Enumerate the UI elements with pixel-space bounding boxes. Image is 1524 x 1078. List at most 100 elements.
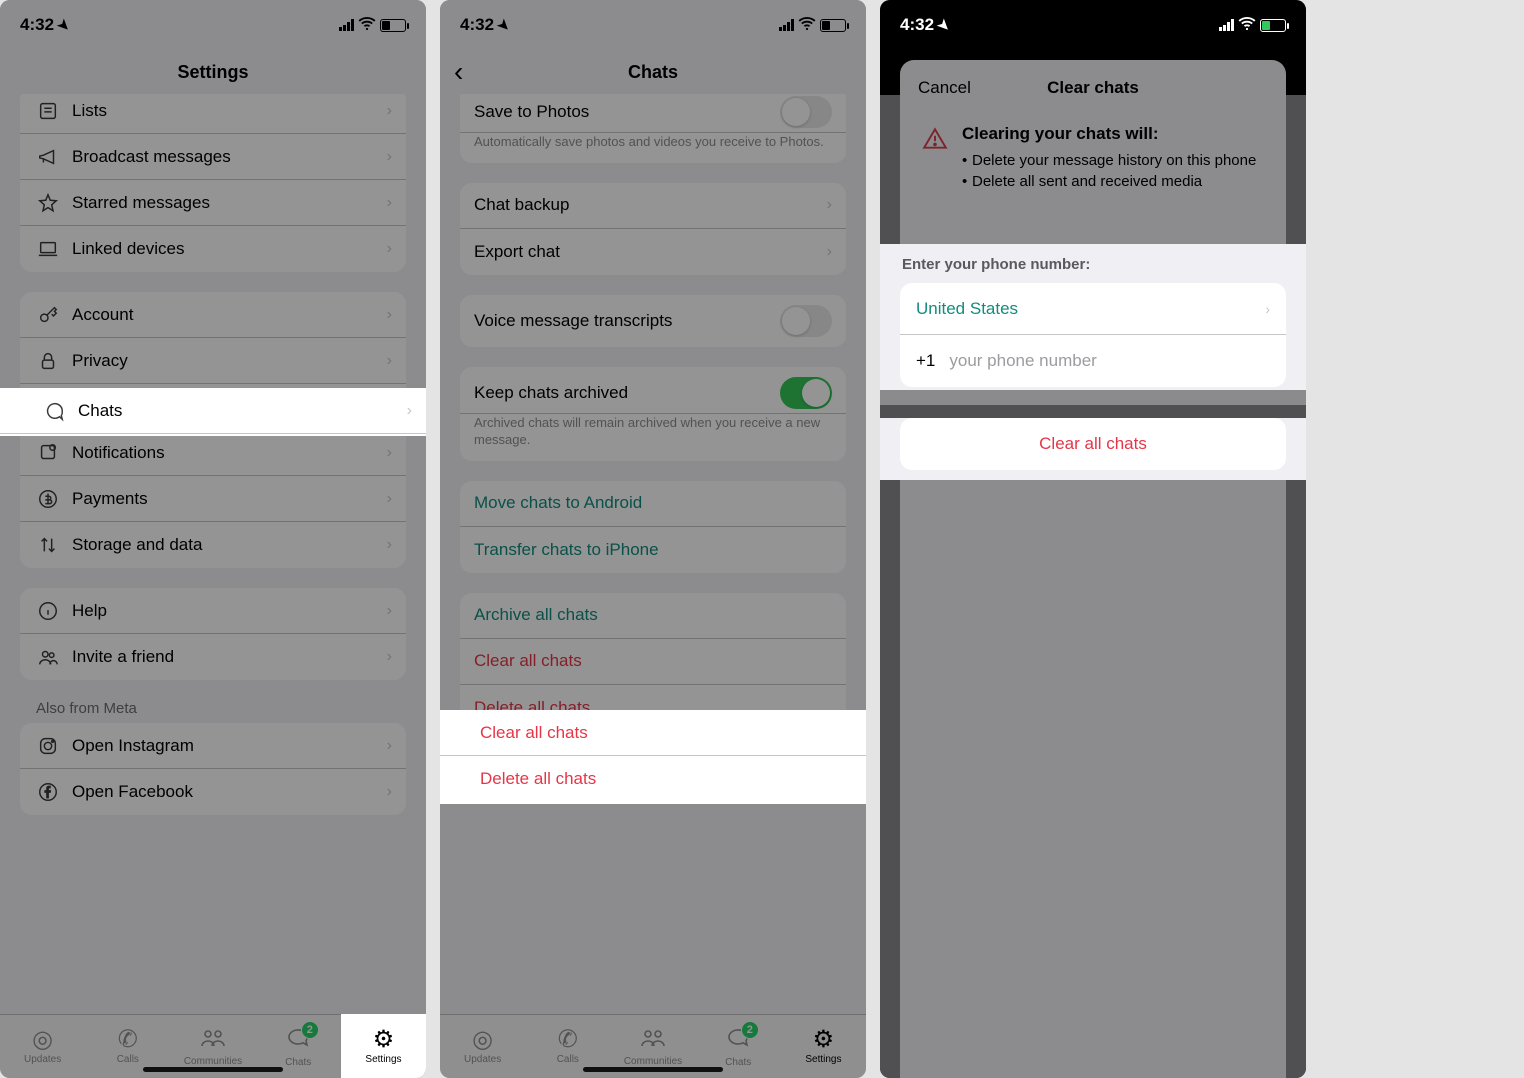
row-archive-all[interactable]: Archive all chats <box>460 593 846 639</box>
save-to-photos-group: Save to Photos Automatically save photos… <box>460 94 846 163</box>
save-to-photos-subtitle: Automatically save photos and videos you… <box>460 133 846 163</box>
chevron-right-icon: › <box>827 243 832 261</box>
row-move-android[interactable]: Move chats to Android <box>460 481 846 527</box>
location-icon: ➤ <box>934 15 954 35</box>
row-save-to-photos[interactable]: Save to Photos <box>460 94 846 133</box>
row-broadcast[interactable]: Broadcast messages › <box>20 134 406 180</box>
settings-navbar: Settings <box>0 50 426 94</box>
row-clear-all-highlighted[interactable]: Clear all chats <box>440 710 866 756</box>
row-chats-highlighted[interactable]: Chats › <box>0 388 426 434</box>
row-export-chat[interactable]: Export chat › <box>460 229 846 275</box>
status-bar: 4:32 ➤ <box>880 0 1306 50</box>
chevron-right-icon: › <box>387 490 392 508</box>
updates-icon: ◎ <box>472 1028 493 1052</box>
row-account[interactable]: Account › <box>20 292 406 338</box>
chevron-right-icon: › <box>387 102 392 120</box>
chats-navbar: ‹ Chats <box>440 50 866 94</box>
warning-icon <box>922 126 948 194</box>
battery-icon <box>1260 19 1286 32</box>
instagram-icon <box>34 735 62 757</box>
page-title: Chats <box>628 62 678 83</box>
calls-icon: ✆ <box>558 1028 578 1052</box>
row-chat-backup[interactable]: Chat backup › <box>460 183 846 229</box>
clear-all-chats-button[interactable]: Clear all chats <box>900 418 1286 470</box>
row-starred[interactable]: Starred messages › <box>20 180 406 226</box>
keep-archived-subtitle: Archived chats will remain archived when… <box>460 414 846 461</box>
chevron-right-icon: › <box>1265 301 1270 317</box>
signal-icon <box>1219 19 1234 31</box>
row-lists[interactable]: Lists › <box>20 94 406 134</box>
chevron-right-icon: › <box>387 602 392 620</box>
country-code: +1 <box>916 351 935 371</box>
row-transfer-iphone[interactable]: Transfer chats to iPhone <box>460 527 846 573</box>
country-picker[interactable]: United States › <box>900 283 1286 335</box>
settings-tab-icon: ⚙ <box>373 1028 395 1052</box>
voice-transcripts-switch[interactable] <box>780 305 832 337</box>
wifi-icon <box>1238 14 1256 36</box>
settings-group-help: Help › Invite a friend › <box>20 588 406 680</box>
tab-settings-highlighted[interactable]: ⚙Settings <box>341 1014 426 1078</box>
back-button[interactable]: ‹ <box>454 56 463 88</box>
communities-icon <box>640 1027 666 1054</box>
highlight-settings-tab: ⚙Settings <box>341 1014 426 1078</box>
row-payments[interactable]: Payments › <box>20 476 406 522</box>
row-linked-devices[interactable]: Linked devices › <box>20 226 406 272</box>
cancel-button[interactable]: Cancel <box>918 78 971 98</box>
calls-icon: ✆ <box>118 1028 138 1052</box>
screenshot-clear-chats-sheet: 4:32 ➤ Cancel Clear chats Clearing your … <box>880 0 1306 1078</box>
storage-icon <box>34 534 62 556</box>
row-help[interactable]: Help › <box>20 588 406 634</box>
bell-icon <box>34 442 62 464</box>
signal-icon <box>339 19 354 31</box>
tab-settings[interactable]: ⚙Settings <box>781 1015 866 1078</box>
warning-bullet-1: Delete your message history on this phon… <box>962 152 1256 169</box>
backup-group: Chat backup › Export chat › <box>460 183 846 275</box>
row-privacy[interactable]: Privacy › <box>20 338 406 384</box>
chevron-right-icon: › <box>407 402 412 420</box>
screenshot-chats-settings: 4:32 ➤ ‹ Chats Save to Photos Automatica… <box>440 0 866 1078</box>
page-title: Settings <box>177 62 248 83</box>
battery-icon <box>820 19 846 32</box>
save-to-photos-switch[interactable] <box>780 96 832 128</box>
lock-icon <box>34 350 62 372</box>
wifi-icon <box>798 14 816 36</box>
home-indicator[interactable] <box>143 1067 283 1072</box>
keep-archived-switch[interactable] <box>780 377 832 409</box>
row-notifications[interactable]: Notifications › <box>20 430 406 476</box>
enter-phone-label: Enter your phone number: <box>880 244 1306 283</box>
warning-heading: Clearing your chats will: <box>962 124 1256 144</box>
warning-block: Clearing your chats will: Delete your me… <box>900 116 1286 212</box>
home-indicator[interactable] <box>583 1067 723 1072</box>
laptop-icon <box>34 238 62 260</box>
chats-badge: 2 <box>741 1021 759 1039</box>
status-bar: 4:32 ➤ <box>0 0 426 50</box>
tab-updates[interactable]: ◎Updates <box>440 1015 525 1078</box>
row-voice-transcripts[interactable]: Voice message transcripts <box>460 295 846 347</box>
row-open-facebook[interactable]: Open Facebook › <box>20 769 406 815</box>
archive-group: Keep chats archived Archived chats will … <box>460 367 846 461</box>
settings-tab-icon: ⚙ <box>813 1028 835 1052</box>
row-keep-archived[interactable]: Keep chats archived <box>460 367 846 414</box>
signal-icon <box>779 19 794 31</box>
tab-updates[interactable]: ◎Updates <box>0 1015 85 1078</box>
chevron-right-icon: › <box>387 444 392 462</box>
people-icon <box>34 646 62 668</box>
chevron-right-icon: › <box>387 240 392 258</box>
phone-number-row[interactable]: +1 your phone number <box>900 335 1286 387</box>
also-from-meta-heading: Also from Meta <box>0 700 426 723</box>
row-open-instagram[interactable]: Open Instagram › <box>20 723 406 769</box>
row-delete-all-highlighted[interactable]: Delete all chats <box>440 756 866 802</box>
wifi-icon <box>358 14 376 36</box>
highlight-clear-button-zone: Clear all chats <box>880 418 1306 480</box>
chevron-right-icon: › <box>387 148 392 166</box>
highlight-chats-row: Chats › <box>0 388 426 436</box>
location-icon: ➤ <box>54 15 74 35</box>
location-icon: ➤ <box>494 15 514 35</box>
sheet-title: Clear chats <box>1047 78 1139 98</box>
country-value: United States <box>916 299 1265 319</box>
row-clear-all[interactable]: Clear all chats <box>460 639 846 685</box>
currency-icon <box>34 488 62 510</box>
row-storage[interactable]: Storage and data › <box>20 522 406 568</box>
megaphone-icon <box>34 146 62 168</box>
row-invite-friend[interactable]: Invite a friend › <box>20 634 406 680</box>
